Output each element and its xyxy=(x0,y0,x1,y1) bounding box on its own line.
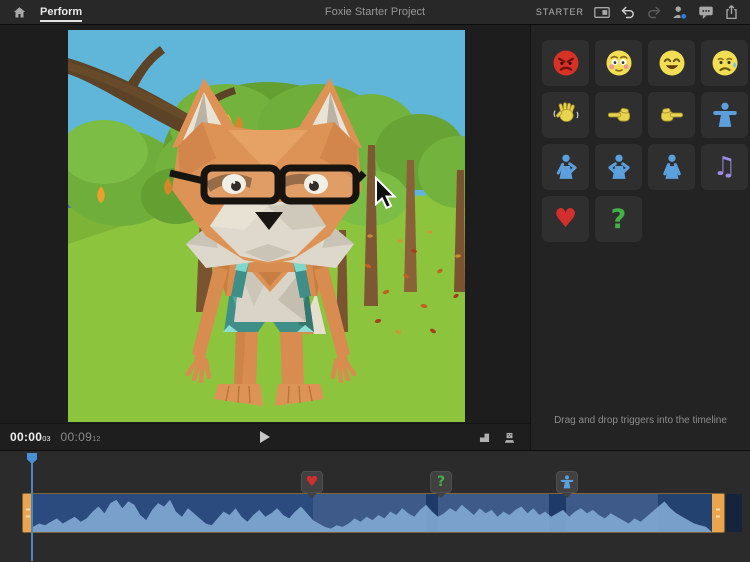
trigger-button-point-right-hand[interactable] xyxy=(648,92,695,138)
question-mark-icon: ? xyxy=(611,206,627,233)
timeline-marker-person-arms-out[interactable] xyxy=(556,471,578,498)
share-export-icon[interactable] xyxy=(723,4,740,21)
trigger-button-angry-face[interactable] xyxy=(542,40,589,86)
feedback-chat-icon[interactable] xyxy=(697,4,714,21)
waving-hand-icon xyxy=(551,100,581,130)
trigger-button-laughing-face[interactable] xyxy=(648,40,695,86)
sad-face-icon xyxy=(710,48,740,78)
marker-pointer xyxy=(436,493,446,498)
music-notes-icon: ♫ xyxy=(713,154,736,180)
point-right-hand-icon xyxy=(657,100,687,130)
trigger-button-question-mark[interactable]: ? xyxy=(595,196,642,242)
angry-face-icon xyxy=(551,48,581,78)
marker-pointer xyxy=(562,493,572,498)
question-mark-icon: ? xyxy=(430,471,452,493)
clip-trim-right-handle[interactable] xyxy=(712,494,724,532)
person-arms-out-icon xyxy=(710,100,740,130)
puppet-stage[interactable] xyxy=(68,30,465,422)
undo-icon[interactable] xyxy=(619,4,636,21)
audio-waveform xyxy=(33,494,712,532)
heart-icon: ♥ xyxy=(554,206,577,232)
redo-icon[interactable] xyxy=(645,4,662,21)
home-icon[interactable] xyxy=(10,3,28,21)
trigger-grid: ♫ ♥? xyxy=(542,40,748,242)
triggers-hint: Drag and drop triggers into the timeline xyxy=(531,415,750,426)
trigger-button-person-hands-on-hips[interactable] xyxy=(595,144,642,190)
timeline-marker-question-mark[interactable]: ? xyxy=(430,471,452,498)
audio-waveform-track[interactable] xyxy=(33,494,712,532)
tab-perform[interactable]: Perform xyxy=(40,0,82,25)
person-hands-on-hips-icon xyxy=(604,152,634,182)
trigger-button-sad-face[interactable] xyxy=(701,40,748,86)
starter-panel-icon[interactable] xyxy=(593,4,610,21)
transport-bar: 00:0003 00:0912 xyxy=(0,423,530,450)
current-time[interactable]: 00:0003 xyxy=(10,428,51,446)
timeline-marker-heart[interactable]: ♥ xyxy=(301,471,323,498)
trigger-button-point-left-hand[interactable] xyxy=(595,92,642,138)
top-bar: Foxie Starter Project Perform STARTER xyxy=(0,0,750,25)
trigger-button-flushed-face[interactable] xyxy=(595,40,642,86)
person-hand-on-hip-icon xyxy=(551,152,581,182)
trigger-button-music-notes[interactable]: ♫ xyxy=(701,144,748,190)
play-button[interactable] xyxy=(255,427,275,447)
point-left-hand-icon xyxy=(604,100,634,130)
plan-label: STARTER xyxy=(536,7,584,17)
person-arms-down-icon xyxy=(657,152,687,182)
streams-icon[interactable] xyxy=(476,429,493,446)
playhead-handle[interactable] xyxy=(27,453,37,464)
stage-scene xyxy=(68,30,465,422)
playhead-line xyxy=(31,455,33,561)
trigger-button-person-arms-down[interactable] xyxy=(648,144,695,190)
flushed-face-icon xyxy=(604,48,634,78)
triggers-panel: ♫ ♥? Drag and drop triggers into the time… xyxy=(530,25,750,450)
snapshot-icon[interactable] xyxy=(501,429,518,446)
trigger-button-person-hand-on-hip[interactable] xyxy=(542,144,589,190)
main-area: 00:0003 00:0912 ♫♥? Drag and xyxy=(0,25,750,450)
stage-panel: 00:0003 00:0912 xyxy=(0,25,530,450)
duration-time: 00:0912 xyxy=(61,428,101,446)
audio-overflow-segment xyxy=(726,494,742,532)
heart-icon: ♥ xyxy=(301,471,323,493)
character-animator-window: Foxie Starter Project Perform STARTER xyxy=(0,0,750,562)
marker-pointer xyxy=(307,493,317,498)
audio-clip[interactable] xyxy=(22,493,725,533)
person-arms-out-icon xyxy=(556,471,578,493)
tab-perform-label: Perform xyxy=(40,6,82,18)
trigger-button-waving-hand[interactable] xyxy=(542,92,589,138)
laughing-face-icon xyxy=(657,48,687,78)
puppet-status-icon[interactable] xyxy=(671,4,688,21)
trigger-button-heart[interactable]: ♥ xyxy=(542,196,589,242)
timeline-panel: ♥? xyxy=(0,450,750,562)
trigger-button-person-arms-out[interactable] xyxy=(701,92,748,138)
